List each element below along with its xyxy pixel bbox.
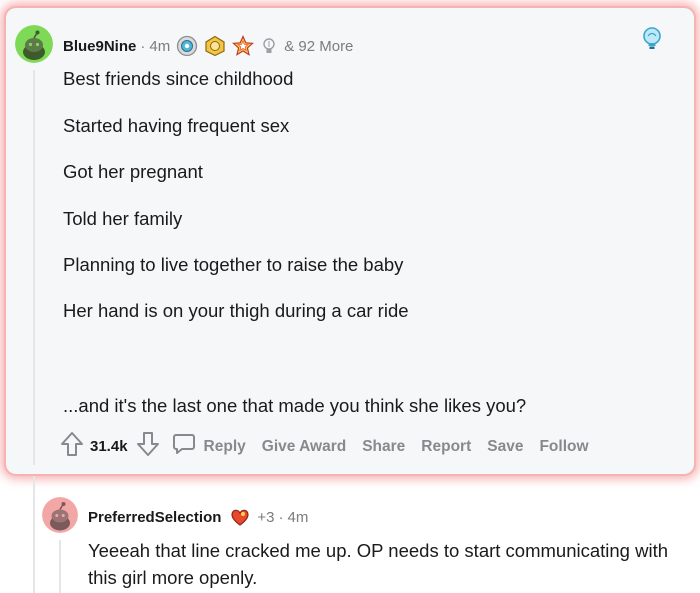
reply-line-1: Yeeeah that line cracked me up. OP needs… — [88, 540, 668, 561]
award-bulb-icon[interactable] — [260, 35, 278, 57]
comment-line-6: Her hand is on your thigh during a car r… — [63, 300, 409, 321]
comment-line-3: Got her pregnant — [63, 161, 203, 182]
vote-score: 31.4k — [90, 438, 128, 455]
reply-thread-line[interactable] — [59, 540, 61, 593]
reply-username[interactable]: PreferredSelection — [88, 509, 221, 526]
reply-meta: PreferredSelection +3 · 4m — [88, 506, 308, 528]
snoo-avatar-icon — [15, 25, 53, 63]
comment-line-1: Best friends since childhood — [63, 68, 294, 89]
parent-thread-line[interactable] — [33, 476, 35, 593]
report-button[interactable]: Report — [421, 438, 471, 456]
avatar[interactable] — [15, 25, 53, 63]
upvote-icon[interactable] — [60, 431, 84, 462]
separator-dot: · — [140, 37, 146, 55]
timestamp[interactable]: 4m — [149, 38, 170, 55]
more-awards[interactable]: & 92 More — [284, 38, 353, 55]
give-award-button[interactable]: Give Award — [262, 438, 346, 456]
comment-line-2: Started having frequent sex — [63, 115, 290, 136]
comment-line-5: Planning to live together to raise the b… — [63, 254, 404, 275]
thread-line[interactable] — [33, 70, 35, 465]
award-star-icon[interactable] — [232, 35, 255, 57]
comment-action-bar: 31.4k Reply Give Award Share Report Save… — [60, 431, 589, 462]
vote-controls: 31.4k — [60, 431, 160, 462]
downvote-icon[interactable] — [136, 431, 160, 462]
comment-bubble-icon — [172, 432, 196, 461]
reply-avatar[interactable] — [42, 497, 78, 533]
comment-meta: Blue9Nine · 4m & 92 More — [63, 35, 353, 57]
separator-dot: · — [278, 508, 284, 526]
username[interactable]: Blue9Nine — [63, 38, 136, 55]
award-heart-icon[interactable] — [229, 506, 251, 528]
reply-line-2: this girl more openly. — [88, 567, 258, 588]
reply-label: Reply — [203, 437, 246, 455]
share-button[interactable]: Share — [362, 438, 405, 456]
comment-line-4: Told her family — [63, 208, 183, 229]
reply-award-count[interactable]: +3 — [257, 509, 274, 526]
save-button[interactable]: Save — [487, 438, 523, 456]
lightbulb-icon[interactable] — [638, 24, 666, 52]
reply-timestamp[interactable]: 4m — [288, 509, 309, 526]
award-silver-icon[interactable] — [176, 35, 198, 57]
comment-line-7: ...and it's the last one that made you t… — [63, 395, 527, 416]
award-gold-icon[interactable] — [204, 35, 226, 57]
snoo-avatar-icon — [42, 497, 78, 533]
reply-button[interactable]: Reply — [172, 432, 246, 461]
follow-button[interactable]: Follow — [539, 438, 588, 456]
